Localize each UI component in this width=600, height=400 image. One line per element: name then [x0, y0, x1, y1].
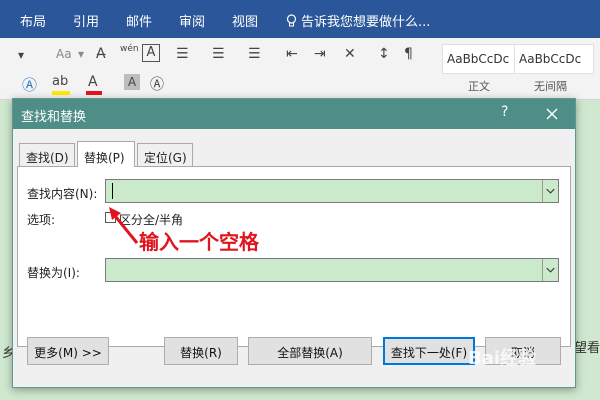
multilevel-list-icon[interactable]: ☰	[248, 46, 261, 62]
chinese-layout-icon[interactable]: ✕	[344, 46, 356, 62]
style-no-spacing[interactable]: AaBbCcDc	[514, 44, 594, 74]
decrease-indent-icon[interactable]: ⇤	[286, 46, 298, 62]
lightbulb-icon	[286, 13, 297, 26]
tab-find[interactable]: 查找(D)	[19, 143, 75, 167]
highlight-icon[interactable]: ab	[52, 74, 68, 89]
change-case-button[interactable]: Aa	[56, 47, 72, 61]
style-normal[interactable]: AaBbCcDc	[442, 44, 522, 74]
close-icon[interactable]	[541, 103, 563, 125]
style-normal-label: 正文	[468, 80, 490, 93]
font-size-down-icon[interactable]: ▾	[18, 48, 24, 62]
tab-review[interactable]: 审阅	[179, 11, 205, 30]
tell-me-box[interactable]: 告诉我您想要做什么...	[286, 11, 430, 30]
text-effects-icon[interactable]: Ⓐ	[22, 74, 37, 95]
show-marks-icon[interactable]: ¶	[404, 46, 413, 62]
font-color-icon[interactable]: A	[88, 74, 98, 90]
char-shading-icon[interactable]: A	[124, 74, 140, 90]
tab-goto[interactable]: 定位(G)	[137, 143, 193, 167]
enclose-char-icon[interactable]: Ⓐ	[150, 74, 164, 94]
tell-me-text: 告诉我您想要做什么...	[301, 15, 431, 30]
tab-mailings[interactable]: 邮件	[126, 11, 152, 30]
find-input[interactable]	[105, 179, 559, 203]
find-next-button[interactable]: 查找下一处(F)	[383, 337, 475, 365]
font-color-bar	[86, 91, 102, 95]
tab-layout[interactable]: 布局	[20, 11, 46, 30]
tab-references[interactable]: 引用	[73, 11, 99, 30]
case-dropdown-icon[interactable]: ▾	[78, 47, 84, 61]
sort-icon[interactable]: ↕	[378, 46, 390, 62]
clear-format-icon[interactable]: A̶	[96, 46, 106, 62]
dialog-titlebar[interactable]: 查找和替换 ?	[13, 99, 575, 129]
find-label: 查找内容(N):	[27, 187, 98, 201]
replace-button[interactable]: 替换(R)	[164, 337, 238, 365]
replace-label: 替换为(I):	[27, 266, 80, 280]
style-no-spacing-label: 无间隔	[534, 80, 567, 93]
highlight-color-bar	[52, 91, 70, 95]
chevron-down-icon[interactable]	[542, 259, 558, 281]
phonetic-guide-button[interactable]: wén	[120, 44, 139, 54]
ribbon-tab-bar: 布局 引用 邮件 审阅 视图 告诉我您想要做什么...	[0, 0, 600, 38]
help-button[interactable]: ?	[501, 104, 508, 120]
doc-text-right: 望看	[574, 341, 600, 356]
replace-input[interactable]	[105, 258, 559, 282]
tab-view[interactable]: 视图	[232, 11, 258, 30]
annotation-text: 输入一个空格	[139, 230, 259, 254]
watermark: Bai经验	[468, 348, 537, 369]
tab-replace[interactable]: 替换(P)	[77, 141, 135, 167]
text-cursor	[112, 183, 113, 199]
char-border-icon[interactable]: A	[142, 44, 160, 62]
replace-all-button[interactable]: 全部替换(A)	[248, 337, 372, 365]
dialog-title: 查找和替换	[21, 110, 87, 125]
chevron-down-icon[interactable]	[542, 180, 558, 202]
ribbon-body: ▾ Aa ▾ A̶ wén A ☰ ☰ ☰ ⇤ ⇥ ✕ ↕ ¶ Ⓐ ab A A…	[0, 38, 600, 100]
options-label: 选项:	[27, 213, 56, 227]
increase-indent-icon[interactable]: ⇥	[314, 46, 326, 62]
more-button[interactable]: 更多(M) >>	[27, 337, 109, 365]
bullets-icon[interactable]: ☰	[176, 46, 189, 62]
numbering-icon[interactable]: ☰	[212, 46, 225, 62]
